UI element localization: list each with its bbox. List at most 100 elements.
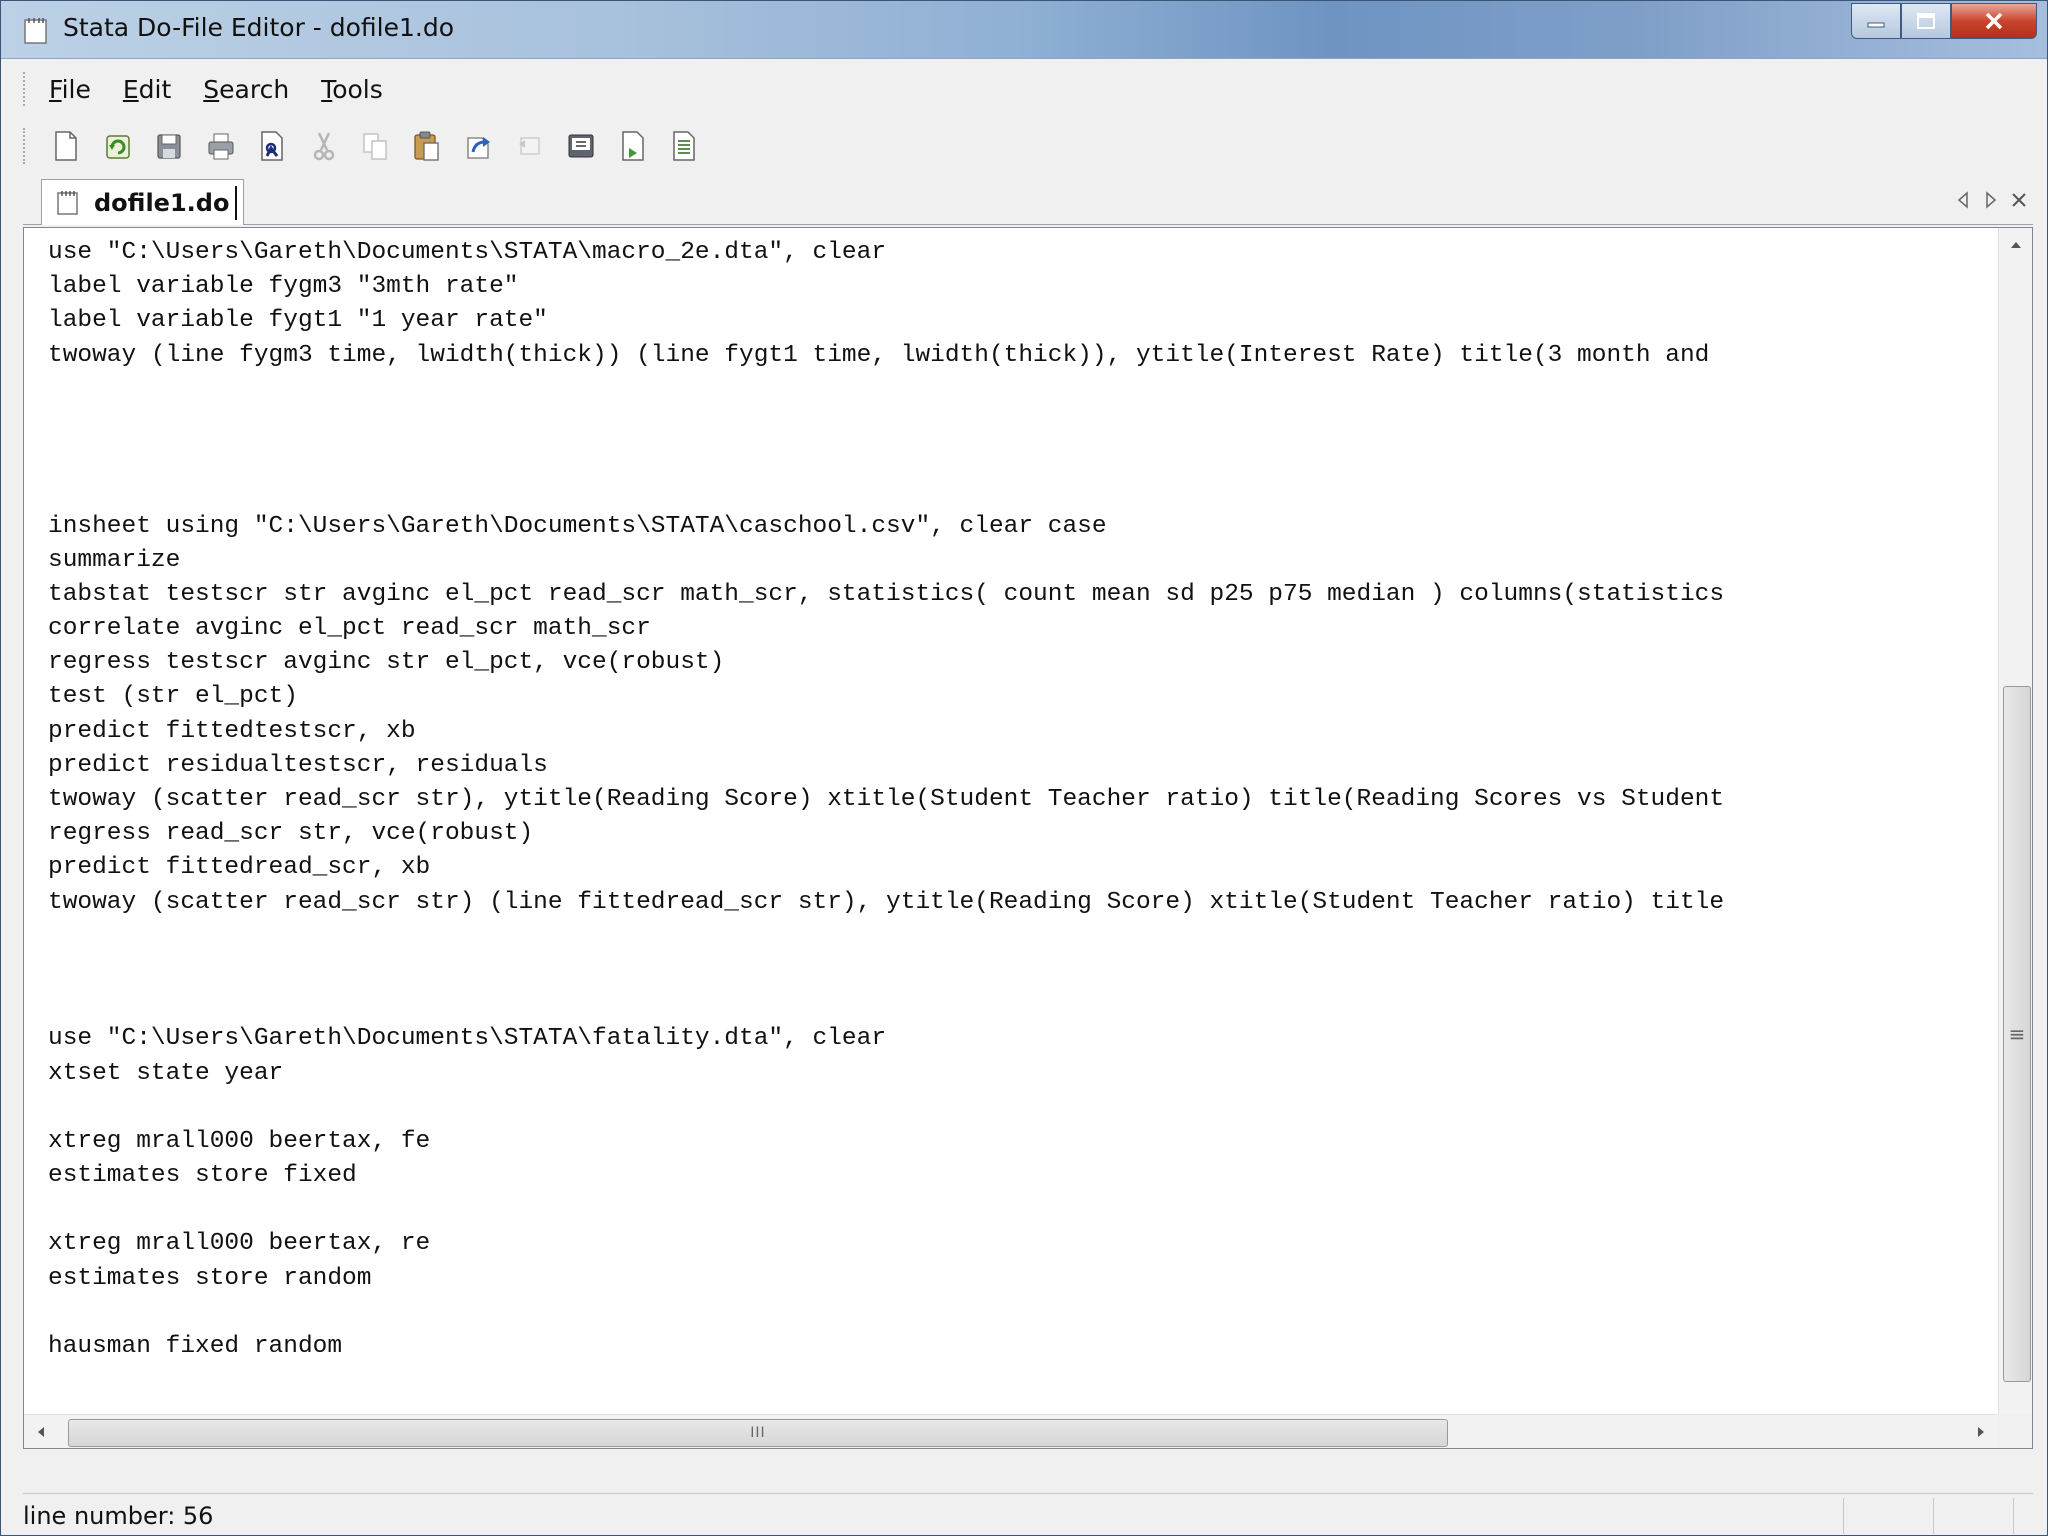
status-bar: line number: 56 <box>23 1493 2033 1536</box>
code-line[interactable]: predict fittedtestscr, xb <box>48 715 2008 749</box>
code-line[interactable]: label variable fygm3 "3mth rate" <box>48 270 2008 304</box>
title-bar[interactable]: Stata Do-File Editor - dofile1.do <box>1 1 2047 59</box>
code-line[interactable]: regress read_scr str, vce(robust) <box>48 817 2008 851</box>
code-line[interactable]: twoway (scatter read_scr str) (line fitt… <box>48 886 2008 920</box>
arrow-right-icon <box>1978 1427 1984 1437</box>
redo-button[interactable] <box>511 127 549 165</box>
code-line[interactable]: test (str el_pct) <box>48 680 2008 714</box>
minimize-button[interactable] <box>1851 3 1901 39</box>
scroll-up-button[interactable] <box>1999 228 2033 262</box>
tab-controls <box>1949 183 2033 217</box>
code-line[interactable]: insheet using "C:\Users\Gareth\Documents… <box>48 510 2008 544</box>
tab-dofile1[interactable]: dofile1.do <box>41 179 245 225</box>
code-line[interactable]: estimates store fixed <box>48 1159 2008 1193</box>
vertical-scroll-thumb[interactable]: ≡ <box>2003 686 2031 1382</box>
print-button[interactable] <box>202 127 240 165</box>
close-button[interactable] <box>1951 3 2037 39</box>
menu-bar: File Edit Search Tools <box>23 61 2033 117</box>
code-line[interactable]: twoway (scatter read_scr str), ytitle(Re… <box>48 783 2008 817</box>
do-button[interactable] <box>665 127 703 165</box>
horizontal-scrollbar[interactable]: III <box>24 1414 1998 1448</box>
preview-button[interactable] <box>562 127 600 165</box>
paste-button[interactable] <box>408 127 446 165</box>
code-line[interactable]: regress testscr avginc str el_pct, vce(r… <box>48 646 2008 680</box>
menu-search[interactable]: Search <box>203 75 289 104</box>
code-editor[interactable]: use "C:\Users\Gareth\Documents\STATA\mac… <box>23 227 2033 1449</box>
window-controls <box>1851 3 2037 39</box>
code-line[interactable]: use "C:\Users\Gareth\Documents\STATA\fat… <box>48 1022 2008 1056</box>
code-line[interactable]: estimates store random <box>48 1262 2008 1296</box>
code-line[interactable]: correlate avginc el_pct read_scr math_sc… <box>48 612 2008 646</box>
arrow-left-icon <box>38 1427 44 1437</box>
code-line[interactable] <box>48 441 2008 475</box>
line-number-status: line number: 56 <box>23 1501 214 1530</box>
code-line[interactable] <box>48 988 2008 1022</box>
find-icon <box>261 131 283 161</box>
copy-button[interactable] <box>356 127 394 165</box>
maximize-icon <box>1917 13 1935 29</box>
open-file-icon <box>105 135 130 159</box>
code-line[interactable]: xtset state year <box>48 1057 2008 1091</box>
editor-window: Stata Do-File Editor - dofile1.do File E… <box>0 0 2048 1536</box>
code-line[interactable] <box>48 954 2008 988</box>
tab-strip: dofile1.do <box>23 177 2033 225</box>
scroll-left-button[interactable] <box>24 1415 58 1449</box>
code-line[interactable]: tabstat testscr str avginc el_pct read_s… <box>48 578 2008 612</box>
code-line[interactable] <box>48 475 2008 509</box>
scrollbar-corner <box>1998 1414 2032 1448</box>
code-line[interactable]: label variable fygt1 "1 year rate" <box>48 304 2008 338</box>
tab-close-button[interactable] <box>2005 183 2033 217</box>
cut-icon <box>313 132 334 161</box>
tab-label: dofile1.do <box>94 188 230 217</box>
code-line[interactable]: xtreg mrall000 beertax, re <box>48 1227 2008 1261</box>
scroll-right-button[interactable] <box>1964 1415 1998 1449</box>
status-pane <box>1843 1498 1844 1534</box>
code-line[interactable] <box>48 373 2008 407</box>
code-line[interactable]: xtreg mrall000 beertax, fe <box>48 1125 2008 1159</box>
notepad-icon <box>57 191 78 215</box>
code-line[interactable] <box>48 1296 2008 1330</box>
run-icon <box>621 131 644 161</box>
open-button[interactable] <box>99 127 137 165</box>
menu-tools[interactable]: Tools <box>321 75 383 104</box>
new-button[interactable] <box>47 127 85 165</box>
cut-button[interactable] <box>305 127 343 165</box>
chevron-left-icon <box>1957 191 1968 209</box>
code-line[interactable]: predict fittedread_scr, xb <box>48 851 2008 885</box>
close-icon <box>2012 193 2026 207</box>
code-line[interactable] <box>48 1091 2008 1125</box>
code-text[interactable]: use "C:\Users\Gareth\Documents\STATA\mac… <box>48 236 2008 1448</box>
save-icon <box>157 134 181 159</box>
save-button[interactable] <box>150 127 188 165</box>
redo-icon <box>518 137 540 155</box>
code-line[interactable]: use "C:\Users\Gareth\Documents\STATA\mac… <box>48 236 2008 270</box>
code-line[interactable] <box>48 407 2008 441</box>
paste-icon <box>413 131 439 161</box>
do-icon <box>673 131 695 161</box>
copy-icon <box>363 133 387 160</box>
undo-button[interactable] <box>459 127 497 165</box>
code-line[interactable] <box>48 1193 2008 1227</box>
menubar-grip[interactable] <box>23 72 27 106</box>
tab-next-button[interactable] <box>1977 183 2005 217</box>
vertical-scrollbar[interactable]: ≡ <box>1998 228 2032 1448</box>
arrow-up-icon <box>2011 242 2021 248</box>
tab-prev-button[interactable] <box>1949 183 1977 217</box>
horizontal-scroll-thumb[interactable]: III <box>68 1419 1448 1447</box>
status-pane <box>2013 1498 2014 1534</box>
notepad-icon <box>24 18 47 44</box>
menu-file[interactable]: File <box>49 75 91 104</box>
scroll-grip: III <box>750 1425 766 1441</box>
code-line[interactable] <box>48 920 2008 954</box>
toolbar-grip[interactable] <box>23 128 27 164</box>
find-button[interactable] <box>253 127 291 165</box>
menu-edit[interactable]: Edit <box>123 75 171 104</box>
toolbar <box>23 121 2033 171</box>
run-button[interactable] <box>614 127 652 165</box>
code-line[interactable]: predict residualtestscr, residuals <box>48 749 2008 783</box>
code-line[interactable]: hausman fixed random <box>48 1330 2008 1364</box>
maximize-button[interactable] <box>1901 3 1951 39</box>
code-line[interactable]: twoway (line fygm3 time, lwidth(thick)) … <box>48 339 2008 373</box>
code-line[interactable]: summarize <box>48 544 2008 578</box>
minimize-icon <box>1867 22 1885 28</box>
